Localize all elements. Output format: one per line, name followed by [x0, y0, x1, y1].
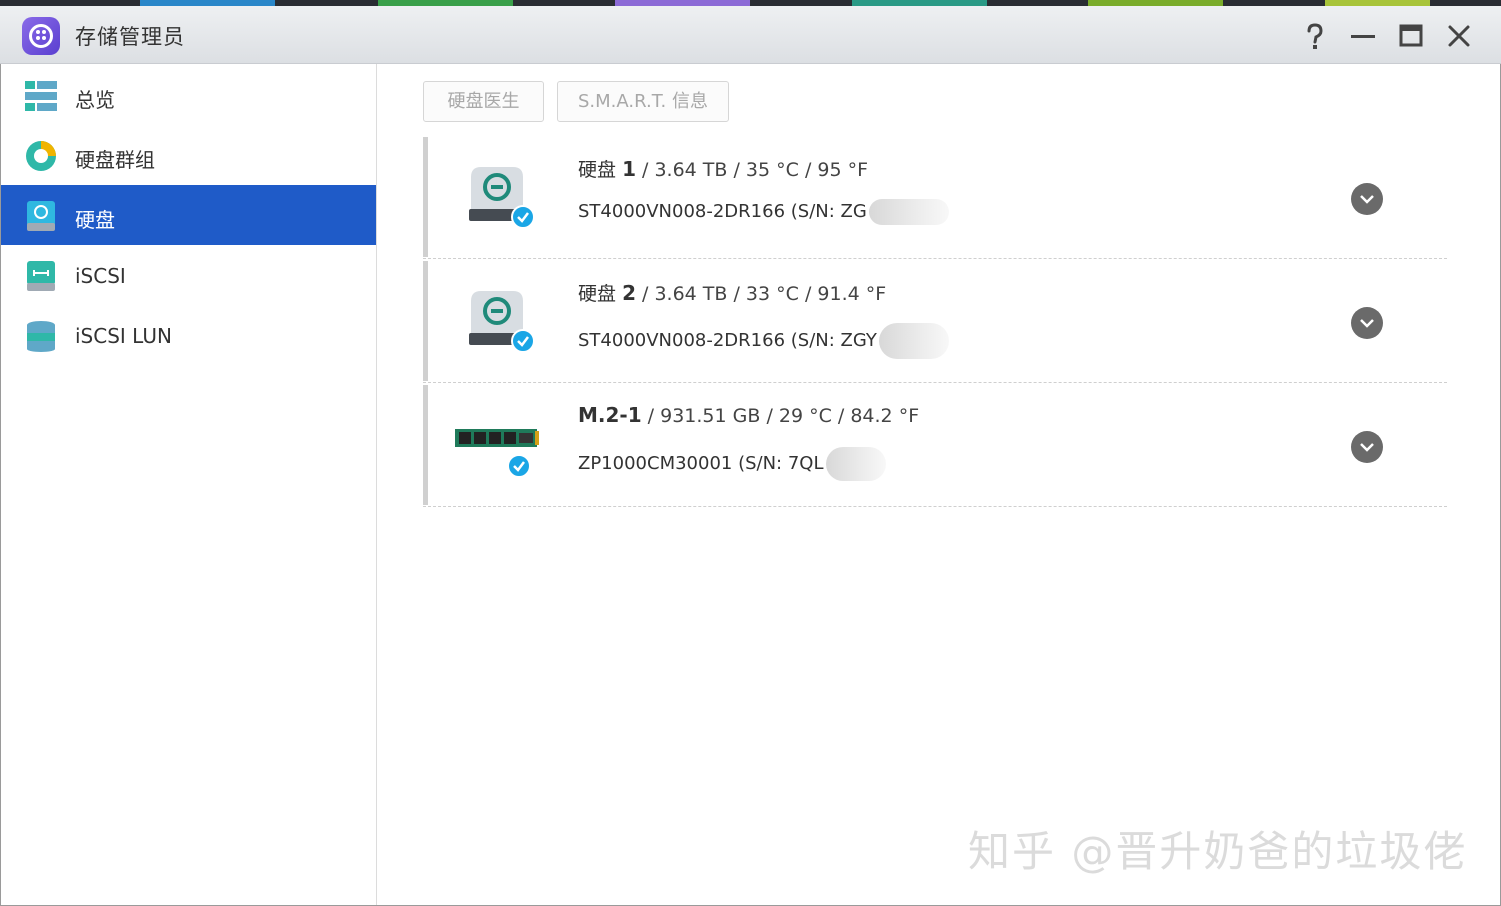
sidebar-item-label: 总览 — [75, 88, 115, 112]
storage-manager-app-icon — [22, 17, 60, 55]
expand-chevron-icon[interactable] — [1351, 307, 1383, 339]
sidebar-item-label: 硬盘 — [75, 208, 115, 232]
disk-model: ZP1000CM30001 (S/N: 7QL — [578, 447, 886, 481]
disk-doctor-button[interactable]: 硬盘医生 — [423, 81, 544, 122]
iscsi-icon — [23, 259, 59, 293]
sidebar-item-disk-group[interactable]: 硬盘群组 — [1, 125, 376, 185]
hdd-icon — [469, 287, 535, 355]
disk-row-2[interactable]: 硬盘 2 / 3.64 TB / 33 °C / 91.4 °F ST4000V… — [423, 259, 1447, 383]
disk-model: ST4000VN008-2DR166 (S/N: ZGY — [578, 323, 949, 359]
watermark: 知乎 @晋升奶爸的垃圾佬 — [968, 827, 1468, 876]
disk-title: 硬盘 1 / 3.64 TB / 35 °C / 95 °F — [578, 157, 869, 181]
disk-title: 硬盘 2 / 3.64 TB / 33 °C / 91.4 °F — [578, 281, 887, 305]
iscsi-lun-icon — [23, 319, 59, 353]
sidebar-item-label: 硬盘群组 — [75, 148, 155, 172]
expand-chevron-icon[interactable] — [1351, 431, 1383, 463]
title-bar: 存储管理员 — [0, 6, 1501, 64]
sidebar: 总览 硬盘群组 硬盘 iSCSI iSCSI LUN — [1, 64, 377, 905]
overview-icon — [23, 79, 59, 113]
sidebar-item-label: iSCSI LUN — [75, 324, 172, 348]
smart-info-button[interactable]: S.M.A.R.T. 信息 — [557, 81, 729, 122]
sidebar-item-overview[interactable]: 总览 — [1, 65, 376, 125]
window-title: 存储管理员 — [75, 25, 185, 49]
m2-ssd-icon — [455, 423, 539, 479]
disk-title: M.2-1 / 931.51 GB / 29 °C / 84.2 °F — [578, 403, 920, 427]
expand-chevron-icon[interactable] — [1351, 183, 1383, 215]
hdd-icon — [469, 163, 535, 231]
help-icon[interactable] — [1299, 20, 1331, 52]
disk-icon — [23, 199, 59, 233]
sidebar-item-iscsi-lun[interactable]: iSCSI LUN — [1, 305, 376, 365]
disk-model: ST4000VN008-2DR166 (S/N: ZG — [578, 199, 949, 225]
sidebar-item-iscsi[interactable]: iSCSI — [1, 245, 376, 305]
close-icon[interactable] — [1443, 20, 1475, 52]
minimize-icon[interactable] — [1347, 20, 1379, 52]
disk-row-3[interactable]: M.2-1 / 931.51 GB / 29 °C / 84.2 °F ZP10… — [423, 383, 1447, 507]
sidebar-item-label: iSCSI — [75, 264, 126, 288]
disk-row-1[interactable]: 硬盘 1 / 3.64 TB / 35 °C / 95 °F ST4000VN0… — [423, 135, 1447, 259]
sidebar-item-disk[interactable]: 硬盘 — [1, 185, 376, 245]
maximize-icon[interactable] — [1395, 20, 1427, 52]
disk-group-icon — [23, 139, 59, 173]
